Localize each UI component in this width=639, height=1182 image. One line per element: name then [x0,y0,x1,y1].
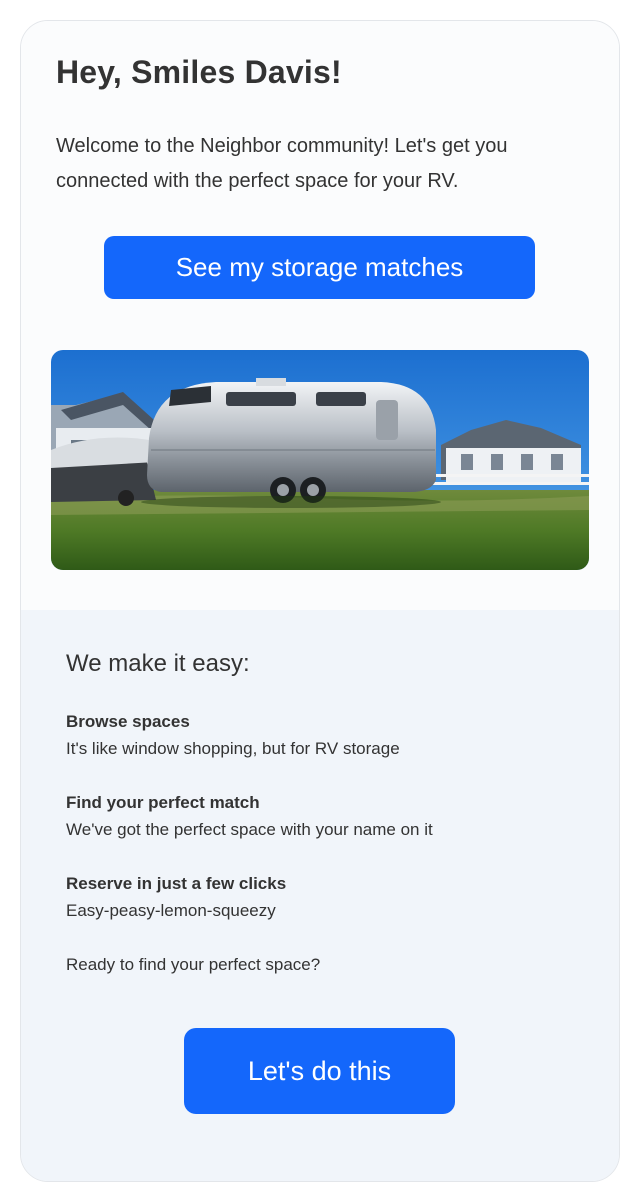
closing-prompt: Ready to find your perfect space? [66,955,321,974]
greeting-heading: Hey, Smiles Davis! [56,54,342,90]
section-title: We make it easy: [66,650,250,677]
email-card: Hey, Smiles Davis! Welcome to the Neighb… [20,20,620,1182]
lets-do-this-button[interactable]: Let's do this [184,1028,455,1114]
feature-item: Browse spaces It's like window shopping,… [66,710,400,761]
feature-title: Reserve in just a few clicks [66,874,287,893]
feature-title: Find your perfect match [66,793,260,812]
welcome-section: Hey, Smiles Davis! Welcome to the Neighb… [21,21,619,610]
see-storage-matches-button[interactable]: See my storage matches [104,236,535,299]
feature-item: Find your perfect match We've got the pe… [66,791,433,842]
feature-title: Browse spaces [66,712,190,731]
how-it-works-section: We make it easy: Browse spaces It's like… [21,610,619,1181]
feature-description: It's like window shopping, but for RV st… [66,739,400,758]
feature-item: Reserve in just a few clicks Easy-peasy-… [66,872,286,923]
welcome-text: Welcome to the Neighbor community! Let's… [56,135,508,192]
feature-description: Easy-peasy-lemon-squeezy [66,901,276,920]
rv-hero-image [51,350,589,570]
feature-description: We've got the perfect space with your na… [66,820,433,839]
